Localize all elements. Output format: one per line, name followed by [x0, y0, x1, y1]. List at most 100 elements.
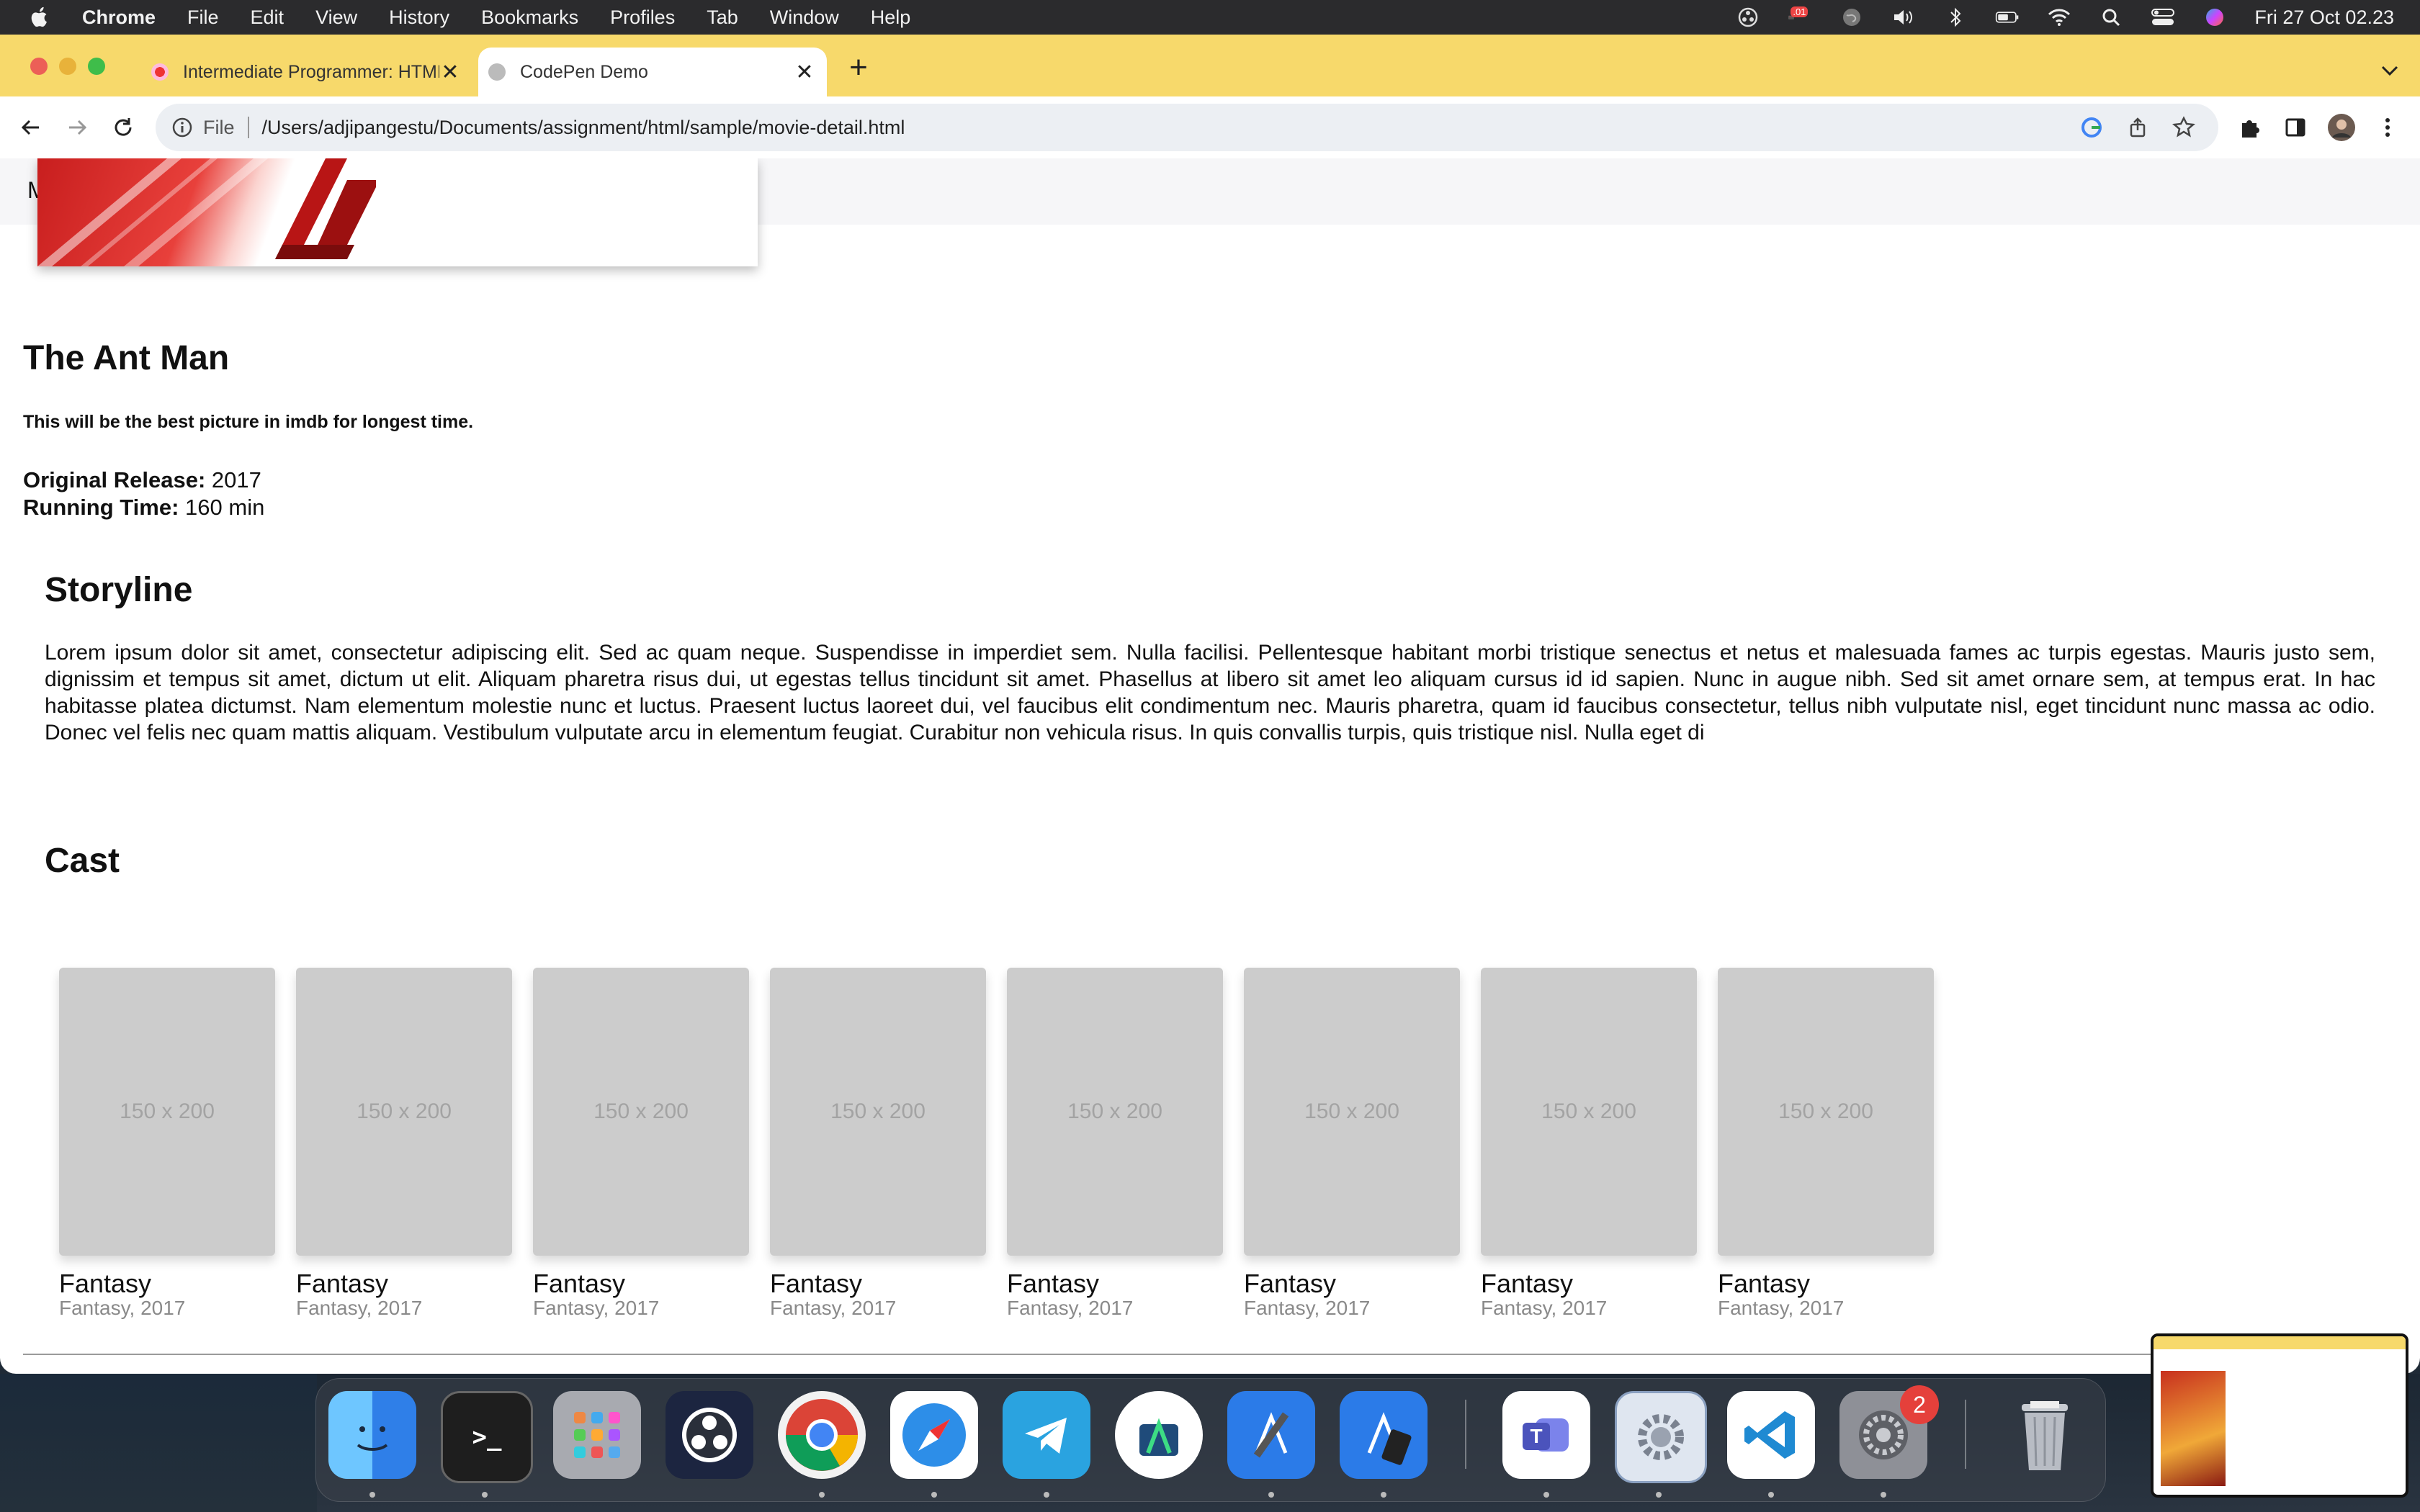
cast-photo-placeholder: 150 x 200	[296, 968, 512, 1256]
running-indicator	[819, 1492, 825, 1498]
arrow-left-icon	[21, 120, 39, 135]
cast-card[interactable]: 150 x 200 Fantasy Fantasy, 2017	[770, 968, 986, 1319]
cast-photo-placeholder: 150 x 200	[533, 968, 749, 1256]
movie-title: The Ant Man	[23, 339, 230, 377]
trash-icon[interactable]	[2001, 1391, 2089, 1479]
running-indicator	[931, 1492, 937, 1498]
teams-icon[interactable]: T	[1502, 1391, 1590, 1479]
bluetooth-icon[interactable]	[1943, 5, 1968, 30]
arrow-right-icon	[69, 120, 87, 135]
cast-card[interactable]: 150 x 200 Fantasy Fantasy, 2017	[1481, 968, 1697, 1319]
menu-help[interactable]: Help	[871, 6, 911, 29]
menu-app-name[interactable]: Chrome	[82, 6, 156, 29]
menu-bookmarks[interactable]: Bookmarks	[481, 6, 578, 29]
menu-window[interactable]: Window	[770, 6, 839, 29]
android-studio-icon[interactable]	[1115, 1391, 1203, 1479]
extensions-button[interactable]	[2234, 112, 2264, 143]
address-bar[interactable]: File /Users/adjipangestu/Documents/assig…	[156, 104, 2218, 151]
tab-intermediate-programmer[interactable]: Intermediate Programmer: HTML ✕	[141, 48, 472, 96]
share-icon[interactable]	[2126, 116, 2149, 139]
forward-button[interactable]	[62, 112, 92, 143]
obs-status-icon[interactable]	[1736, 5, 1760, 30]
app-store-connect-icon[interactable]	[1340, 1391, 1428, 1479]
menu-file[interactable]: File	[187, 6, 219, 29]
menu-profiles[interactable]: Profiles	[610, 6, 675, 29]
close-icon[interactable]: ✕	[439, 60, 461, 85]
control-center-icon[interactable]	[2151, 5, 2175, 30]
movie-tagline: This will be the best picture in imdb fo…	[23, 412, 474, 432]
running-indicator	[482, 1492, 488, 1498]
new-tab-button[interactable]: +	[841, 52, 876, 86]
chrome-icon[interactable]	[778, 1391, 866, 1479]
running-indicator	[1543, 1492, 1549, 1498]
info-icon[interactable]	[171, 117, 193, 138]
running-indicator	[1381, 1492, 1386, 1498]
safari-icon[interactable]	[890, 1391, 978, 1479]
back-button[interactable]	[16, 112, 46, 143]
cast-card[interactable]: 150 x 200 Fantasy Fantasy, 2017	[1718, 968, 1934, 1319]
apple-icon[interactable]	[29, 6, 50, 29]
window-minimize-button[interactable]	[59, 58, 76, 75]
finder-icon[interactable]	[328, 1391, 416, 1479]
battery-icon[interactable]	[1995, 5, 2020, 30]
menu-edit[interactable]: Edit	[251, 6, 284, 29]
tab-search-chevron-icon[interactable]	[2375, 56, 2404, 85]
cast-photo-placeholder: 150 x 200	[1481, 968, 1697, 1256]
globe-icon[interactable]	[1839, 5, 1864, 30]
telegram-icon[interactable]	[1003, 1391, 1090, 1479]
status-area: .01 Fri 27 Oct 02.23	[1736, 0, 2420, 35]
bookmark-star-icon[interactable]	[2172, 116, 2195, 139]
reload-button[interactable]	[108, 112, 138, 143]
volume-icon[interactable]	[1891, 5, 1916, 30]
xcode-icon[interactable]	[1227, 1391, 1315, 1479]
movie-poster-image	[37, 158, 758, 266]
running-indicator	[1881, 1492, 1886, 1498]
wifi-icon[interactable]	[2047, 5, 2071, 30]
cast-meta: Fantasy, 2017	[770, 1297, 897, 1319]
window-zoom-button[interactable]	[88, 58, 105, 75]
cast-card[interactable]: 150 x 200 Fantasy Fantasy, 2017	[533, 968, 749, 1319]
close-icon[interactable]: ✕	[794, 60, 815, 85]
menu-tab[interactable]: Tab	[707, 6, 738, 29]
launchpad-icon[interactable]	[553, 1391, 641, 1479]
activity-monitor-icon[interactable]: .01	[1788, 5, 1812, 30]
side-panel-button[interactable]	[2280, 112, 2311, 143]
avatar-icon	[2328, 114, 2355, 141]
footer-divider	[23, 1354, 2397, 1355]
window-close-button[interactable]	[30, 58, 48, 75]
search-icon[interactable]	[2099, 5, 2123, 30]
url-text[interactable]: /Users/adjipangestu/Documents/assignment…	[262, 117, 2080, 139]
running-indicator	[1044, 1492, 1049, 1498]
settings-gear-icon[interactable]	[1615, 1391, 1707, 1483]
vscode-icon[interactable]	[1727, 1391, 1815, 1479]
cast-name: Fantasy	[296, 1269, 389, 1298]
cast-card[interactable]: 150 x 200 Fantasy Fantasy, 2017	[1244, 968, 1460, 1319]
cast-name: Fantasy	[770, 1269, 863, 1298]
cast-photo-placeholder: 150 x 200	[59, 968, 275, 1256]
cast-meta: Fantasy, 2017	[1718, 1297, 1845, 1319]
profile-avatar[interactable]	[2326, 112, 2357, 143]
cast-name: Fantasy	[1244, 1269, 1337, 1298]
screenshot-thumbnail[interactable]	[2151, 1333, 2408, 1498]
menu-bar: Chrome File Edit View History Bookmarks …	[0, 0, 2420, 35]
menu-view[interactable]: View	[315, 6, 357, 29]
cast-card[interactable]: 150 x 200 Fantasy Fantasy, 2017	[1007, 968, 1223, 1319]
menu-history[interactable]: History	[389, 6, 449, 29]
menubar-clock[interactable]: Fri 27 Oct 02.23	[2254, 6, 2394, 29]
cast-name: Fantasy	[1718, 1269, 1811, 1298]
cast-card[interactable]: 150 x 200 Fantasy Fantasy, 2017	[296, 968, 512, 1319]
cast-card[interactable]: 150 x 200 Fantasy Fantasy, 2017	[59, 968, 275, 1319]
cast-meta: Fantasy, 2017	[1244, 1297, 1371, 1319]
cast-photo-placeholder: 150 x 200	[1007, 968, 1223, 1256]
chrome-menu-button[interactable]	[2372, 112, 2403, 143]
notification-badge: 2	[1900, 1385, 1939, 1424]
obs-icon[interactable]	[666, 1391, 753, 1479]
running-indicator	[1656, 1492, 1662, 1498]
cast-photo-placeholder: 150 x 200	[1244, 968, 1460, 1256]
tab-codepen-demo[interactable]: CodePen Demo ✕	[478, 48, 827, 96]
siri-icon[interactable]	[2202, 5, 2227, 30]
google-lens-icon[interactable]	[2080, 116, 2103, 139]
cast-meta: Fantasy, 2017	[296, 1297, 423, 1319]
terminal-icon[interactable]: >_	[441, 1391, 533, 1483]
fact-original-release: Original Release: 2017	[23, 467, 264, 494]
